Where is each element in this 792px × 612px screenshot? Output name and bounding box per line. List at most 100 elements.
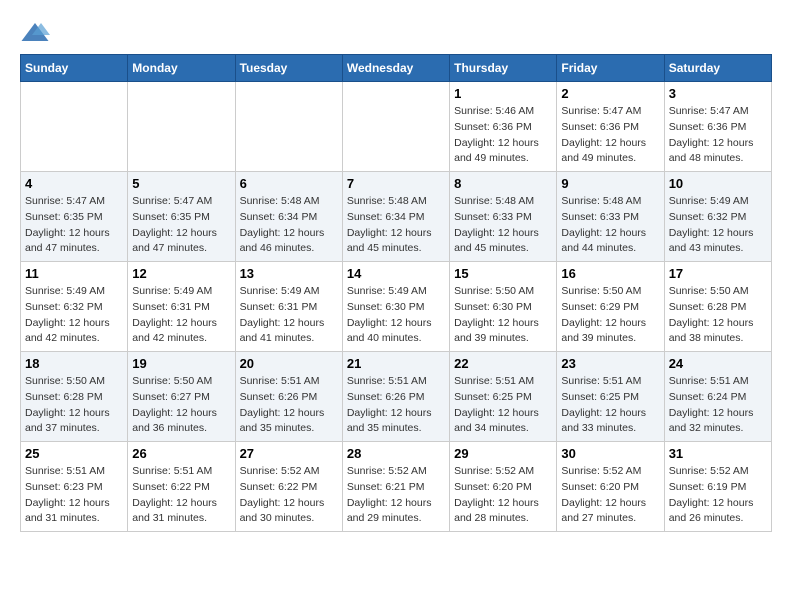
day-number: 25 — [25, 446, 123, 461]
day-number: 1 — [454, 86, 552, 101]
day-info: Sunrise: 5:47 AM Sunset: 6:35 PM Dayligh… — [25, 194, 123, 257]
calendar-day-cell: 19 Sunrise: 5:50 AM Sunset: 6:27 PM Dayli… — [128, 352, 235, 442]
day-info: Sunrise: 5:51 AM Sunset: 6:26 PM Dayligh… — [347, 374, 445, 437]
day-number: 28 — [347, 446, 445, 461]
day-number: 12 — [132, 266, 230, 281]
day-info: Sunrise: 5:48 AM Sunset: 6:33 PM Dayligh… — [561, 194, 659, 257]
calendar-day-cell: 1 Sunrise: 5:46 AM Sunset: 6:36 PM Daylig… — [450, 82, 557, 172]
day-number: 6 — [240, 176, 338, 191]
day-info: Sunrise: 5:46 AM Sunset: 6:36 PM Dayligh… — [454, 104, 552, 167]
day-number: 2 — [561, 86, 659, 101]
calendar-day-cell: 3 Sunrise: 5:47 AM Sunset: 6:36 PM Daylig… — [664, 82, 771, 172]
calendar-day-cell: 12 Sunrise: 5:49 AM Sunset: 6:31 PM Dayli… — [128, 262, 235, 352]
day-number: 17 — [669, 266, 767, 281]
day-info: Sunrise: 5:50 AM Sunset: 6:29 PM Dayligh… — [561, 284, 659, 347]
day-info: Sunrise: 5:51 AM Sunset: 6:23 PM Dayligh… — [25, 464, 123, 527]
day-info: Sunrise: 5:50 AM Sunset: 6:28 PM Dayligh… — [25, 374, 123, 437]
day-number: 16 — [561, 266, 659, 281]
day-number: 14 — [347, 266, 445, 281]
calendar-day-cell: 14 Sunrise: 5:49 AM Sunset: 6:30 PM Dayli… — [342, 262, 449, 352]
day-info: Sunrise: 5:47 AM Sunset: 6:35 PM Dayligh… — [132, 194, 230, 257]
calendar-header-row: SundayMondayTuesdayWednesdayThursdayFrid… — [21, 55, 772, 82]
calendar-table: SundayMondayTuesdayWednesdayThursdayFrid… — [20, 54, 772, 532]
day-info: Sunrise: 5:51 AM Sunset: 6:25 PM Dayligh… — [561, 374, 659, 437]
day-info: Sunrise: 5:49 AM Sunset: 6:31 PM Dayligh… — [132, 284, 230, 347]
calendar-day-cell: 26Sunrise: 5:51 AM Sunset: 6:22 PM Dayli… — [128, 442, 235, 532]
calendar-day-cell: 9 Sunrise: 5:48 AM Sunset: 6:33 PM Daylig… — [557, 172, 664, 262]
day-of-week-header: Wednesday — [342, 55, 449, 82]
day-info: Sunrise: 5:52 AM Sunset: 6:20 PM Dayligh… — [561, 464, 659, 527]
calendar-day-cell: 6 Sunrise: 5:48 AM Sunset: 6:34 PM Daylig… — [235, 172, 342, 262]
day-of-week-header: Monday — [128, 55, 235, 82]
day-number: 19 — [132, 356, 230, 371]
day-number: 31 — [669, 446, 767, 461]
day-info: Sunrise: 5:50 AM Sunset: 6:30 PM Dayligh… — [454, 284, 552, 347]
day-number: 22 — [454, 356, 552, 371]
calendar-day-cell: 18 Sunrise: 5:50 AM Sunset: 6:28 PM Dayli… — [21, 352, 128, 442]
day-number: 8 — [454, 176, 552, 191]
calendar-day-cell — [21, 82, 128, 172]
calendar-week-row: 25 Sunrise: 5:51 AM Sunset: 6:23 PM Dayli… — [21, 442, 772, 532]
calendar-day-cell: 15 Sunrise: 5:50 AM Sunset: 6:30 PM Dayli… — [450, 262, 557, 352]
day-info: Sunrise: 5:50 AM Sunset: 6:28 PM Dayligh… — [669, 284, 767, 347]
day-number: 7 — [347, 176, 445, 191]
day-info: Sunrise: 5:51 AM Sunset: 6:25 PM Dayligh… — [454, 374, 552, 437]
calendar-day-cell: 24Sunrise: 5:51 AM Sunset: 6:24 PM Dayli… — [664, 352, 771, 442]
calendar-day-cell: 21 Sunrise: 5:51 AM Sunset: 6:26 PM Dayli… — [342, 352, 449, 442]
calendar-day-cell: 11Sunrise: 5:49 AM Sunset: 6:32 PM Dayli… — [21, 262, 128, 352]
calendar-day-cell: 10 Sunrise: 5:49 AM Sunset: 6:32 PM Dayli… — [664, 172, 771, 262]
day-info: Sunrise: 5:48 AM Sunset: 6:33 PM Dayligh… — [454, 194, 552, 257]
day-number: 29 — [454, 446, 552, 461]
day-of-week-header: Saturday — [664, 55, 771, 82]
calendar-day-cell: 4 Sunrise: 5:47 AM Sunset: 6:35 PM Daylig… — [21, 172, 128, 262]
calendar-day-cell: 30 Sunrise: 5:52 AM Sunset: 6:20 PM Dayli… — [557, 442, 664, 532]
calendar-day-cell: 16 Sunrise: 5:50 AM Sunset: 6:29 PM Dayli… — [557, 262, 664, 352]
day-number: 4 — [25, 176, 123, 191]
day-number: 21 — [347, 356, 445, 371]
day-info: Sunrise: 5:47 AM Sunset: 6:36 PM Dayligh… — [561, 104, 659, 167]
day-info: Sunrise: 5:49 AM Sunset: 6:30 PM Dayligh… — [347, 284, 445, 347]
calendar-day-cell: 31 Sunrise: 5:52 AM Sunset: 6:19 PM Dayli… — [664, 442, 771, 532]
day-number: 15 — [454, 266, 552, 281]
calendar-day-cell: 7Sunrise: 5:48 AM Sunset: 6:34 PM Daylig… — [342, 172, 449, 262]
calendar-day-cell: 25 Sunrise: 5:51 AM Sunset: 6:23 PM Dayli… — [21, 442, 128, 532]
day-number: 24 — [669, 356, 767, 371]
day-info: Sunrise: 5:52 AM Sunset: 6:22 PM Dayligh… — [240, 464, 338, 527]
calendar-week-row: 18 Sunrise: 5:50 AM Sunset: 6:28 PM Dayli… — [21, 352, 772, 442]
calendar-week-row: 11Sunrise: 5:49 AM Sunset: 6:32 PM Dayli… — [21, 262, 772, 352]
page-header — [20, 20, 772, 44]
day-number: 23 — [561, 356, 659, 371]
day-of-week-header: Sunday — [21, 55, 128, 82]
calendar-day-cell: 29Sunrise: 5:52 AM Sunset: 6:20 PM Dayli… — [450, 442, 557, 532]
day-number: 10 — [669, 176, 767, 191]
day-info: Sunrise: 5:52 AM Sunset: 6:19 PM Dayligh… — [669, 464, 767, 527]
calendar-day-cell — [235, 82, 342, 172]
day-number: 5 — [132, 176, 230, 191]
logo-icon — [20, 20, 50, 44]
day-info: Sunrise: 5:52 AM Sunset: 6:21 PM Dayligh… — [347, 464, 445, 527]
day-number: 20 — [240, 356, 338, 371]
calendar-day-cell: 28 Sunrise: 5:52 AM Sunset: 6:21 PM Dayli… — [342, 442, 449, 532]
day-of-week-header: Friday — [557, 55, 664, 82]
calendar-week-row: 4 Sunrise: 5:47 AM Sunset: 6:35 PM Daylig… — [21, 172, 772, 262]
day-number: 13 — [240, 266, 338, 281]
day-info: Sunrise: 5:50 AM Sunset: 6:27 PM Dayligh… — [132, 374, 230, 437]
day-info: Sunrise: 5:51 AM Sunset: 6:26 PM Dayligh… — [240, 374, 338, 437]
day-number: 27 — [240, 446, 338, 461]
calendar-day-cell: 27 Sunrise: 5:52 AM Sunset: 6:22 PM Dayli… — [235, 442, 342, 532]
day-info: Sunrise: 5:49 AM Sunset: 6:32 PM Dayligh… — [669, 194, 767, 257]
calendar-day-cell — [128, 82, 235, 172]
day-of-week-header: Tuesday — [235, 55, 342, 82]
day-number: 9 — [561, 176, 659, 191]
calendar-day-cell: 8 Sunrise: 5:48 AM Sunset: 6:33 PM Daylig… — [450, 172, 557, 262]
day-info: Sunrise: 5:48 AM Sunset: 6:34 PM Dayligh… — [240, 194, 338, 257]
calendar-day-cell: 20 Sunrise: 5:51 AM Sunset: 6:26 PM Dayli… — [235, 352, 342, 442]
calendar-day-cell — [342, 82, 449, 172]
day-number: 30 — [561, 446, 659, 461]
day-info: Sunrise: 5:51 AM Sunset: 6:22 PM Dayligh… — [132, 464, 230, 527]
day-info: Sunrise: 5:47 AM Sunset: 6:36 PM Dayligh… — [669, 104, 767, 167]
day-number: 18 — [25, 356, 123, 371]
calendar-day-cell: 17 Sunrise: 5:50 AM Sunset: 6:28 PM Dayli… — [664, 262, 771, 352]
calendar-day-cell: 5 Sunrise: 5:47 AM Sunset: 6:35 PM Daylig… — [128, 172, 235, 262]
day-number: 3 — [669, 86, 767, 101]
